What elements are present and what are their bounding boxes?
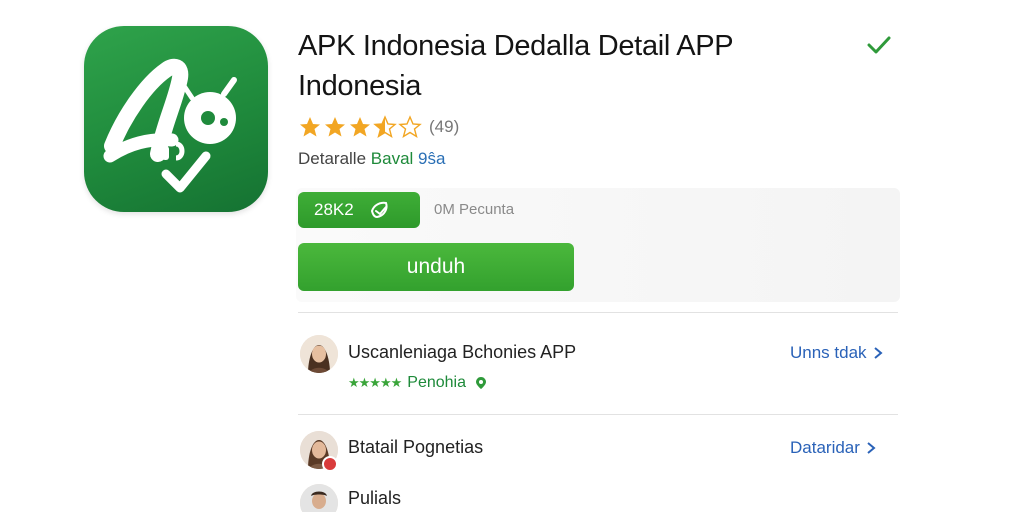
section-title: Uscanleniaga Bchonies APP [348, 342, 577, 362]
developer-row: Detaralle Baval 9ŝa [298, 149, 445, 169]
chevron-right-icon [867, 442, 876, 454]
section-subtitle-row: ★★★★★ Penohia [348, 374, 488, 392]
section-title: Btatail Pognetias [348, 437, 484, 457]
section-link-label: Dataridar [790, 438, 860, 457]
divider [298, 312, 898, 313]
app-title: APK Indonesia Dedalla Detail APP Indones… [298, 30, 733, 102]
downloads-count: 0M Pecunta [434, 201, 515, 218]
section-subtitle: Penohia [407, 374, 466, 391]
rating-row: (49) [298, 114, 459, 140]
section-link[interactable]: Unns tdak [790, 343, 883, 363]
developer-extra: 9ŝa [418, 149, 446, 168]
star-full-icon [300, 117, 320, 137]
section-link[interactable]: Dataridar [790, 438, 876, 458]
divider [298, 414, 898, 415]
verified-check-icon [867, 36, 891, 54]
location-pin-icon [476, 377, 486, 389]
app-logo-icon [84, 26, 268, 212]
star-empty-icon [398, 115, 422, 139]
app-size: 28K2 [314, 200, 354, 219]
rating-stars: ★★★★★ [348, 375, 402, 390]
developer-prefix: Detaralle [298, 149, 367, 168]
notification-badge [322, 456, 338, 472]
avatar[interactable] [300, 484, 338, 512]
leaf-check-icon [370, 201, 388, 219]
size-pill: 28K2 [298, 192, 420, 228]
star-half-icon [373, 115, 397, 139]
rating-count: (49) [429, 117, 460, 136]
star-full-icon [325, 117, 345, 137]
chevron-right-icon [873, 347, 883, 359]
avatar[interactable] [300, 335, 338, 373]
star-full-icon [350, 117, 370, 137]
section-title: Pulials [348, 488, 402, 508]
app-detail-page: APK Indonesia Dedalla Detail APP Indones… [0, 0, 1024, 512]
section-link-label: Unns tdak [790, 343, 867, 362]
download-button[interactable]: unduh [298, 243, 574, 291]
developer-link[interactable]: Baval [371, 149, 414, 168]
